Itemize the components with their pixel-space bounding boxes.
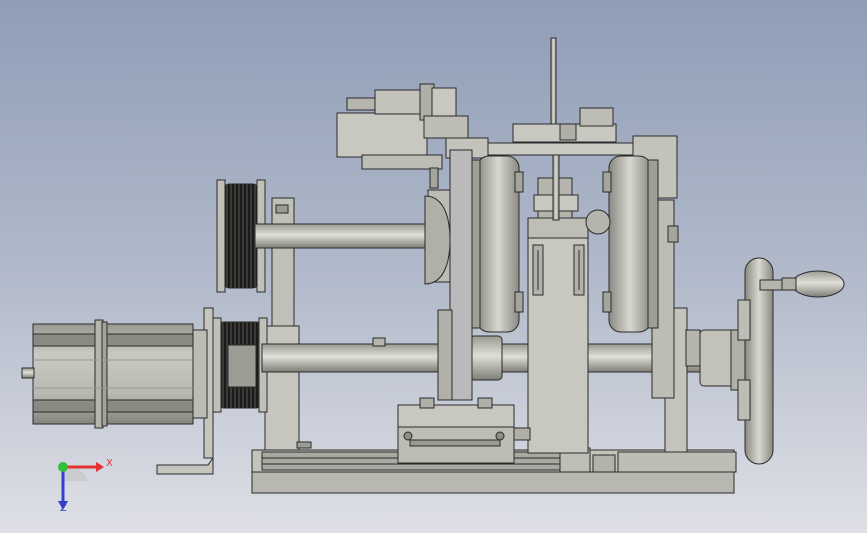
cad-viewport[interactable]: X Z (0, 0, 867, 533)
machine-assembly-model[interactable] (0, 0, 867, 533)
left-roller-wheel[interactable] (469, 155, 524, 333)
x-axis-label: X (106, 458, 113, 469)
handwheel[interactable] (730, 257, 789, 465)
lower-timing-pulley[interactable] (212, 317, 268, 413)
view-orientation-triad: X Z (48, 455, 118, 515)
crank-handle[interactable] (781, 270, 845, 298)
x-axis-head (96, 462, 104, 472)
y-axis-dot (58, 462, 68, 472)
servo-motor[interactable] (21, 319, 208, 429)
rail-carriage[interactable] (397, 397, 531, 464)
z-axis-label: Z (60, 503, 67, 514)
top-actuator-assembly[interactable] (336, 83, 469, 189)
